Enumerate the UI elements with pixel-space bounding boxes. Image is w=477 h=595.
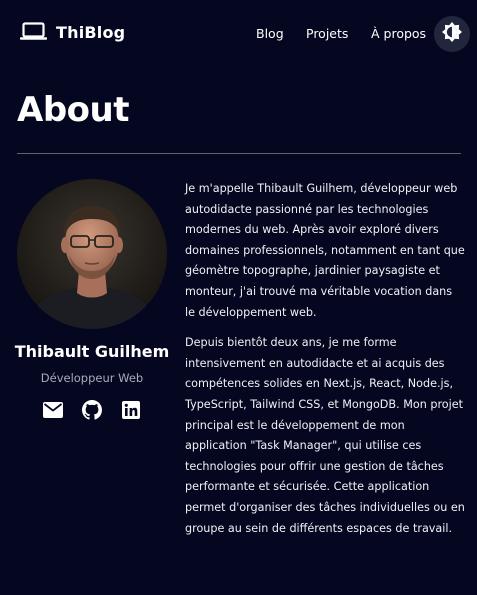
linkedin-icon — [122, 401, 140, 423]
profile-role: Développeur Web — [40, 371, 144, 385]
main-nav: Blog Projets À propos — [0, 26, 477, 44]
title-divider — [17, 153, 461, 154]
site-header: ThiBlog Blog Projets À propos — [0, 0, 477, 68]
bio-section: Je m'appelle Thibault Guilhem, développe… — [185, 179, 465, 539]
bio-paragraph: Je m'appelle Thibault Guilhem, développe… — [185, 182, 465, 319]
nav-projects-link[interactable]: Projets — [306, 26, 348, 41]
linkedin-link[interactable] — [121, 401, 141, 423]
theme-toggle-button[interactable] — [434, 16, 470, 52]
avatar — [17, 179, 167, 329]
nav-blog-link[interactable]: Blog — [256, 26, 284, 41]
social-links — [0, 400, 184, 424]
github-link[interactable] — [82, 400, 102, 424]
bio-paragraph: Depuis bientôt deux ans, je me forme int… — [185, 336, 465, 535]
nav-about-link[interactable]: À propos — [371, 26, 426, 41]
github-icon — [82, 400, 102, 424]
email-link[interactable] — [43, 402, 63, 422]
brightness-icon — [441, 21, 463, 47]
profile-name: Thibault Guilhem — [14, 342, 170, 361]
about-page: ThiBlog Blog Projets À propos About Thib… — [0, 0, 477, 595]
mail-icon — [43, 402, 63, 422]
page-title: About — [17, 90, 129, 130]
